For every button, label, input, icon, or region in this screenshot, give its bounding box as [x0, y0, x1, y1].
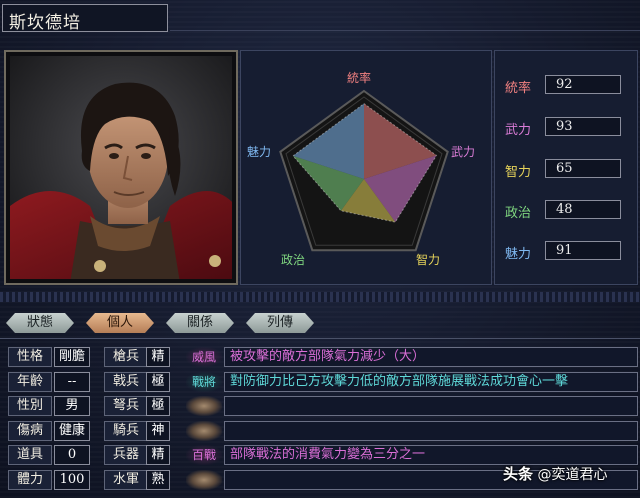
- officer-portrait: [10, 56, 232, 279]
- stat-label: 政治: [505, 206, 532, 221]
- stat-label: 武力: [505, 123, 532, 138]
- aptitude-value: 熟: [146, 470, 170, 490]
- stat-value: 91: [545, 241, 621, 260]
- aptitude-label: 戟兵: [104, 372, 148, 392]
- tab-relations[interactable]: 關係: [166, 313, 234, 333]
- ability-stats-panel: 統率 92 武力 93 智力 65 政治 48 魅力 91: [494, 50, 638, 285]
- attr-value: 0: [54, 445, 90, 465]
- stat-value: 65: [545, 159, 621, 178]
- ability-radar-panel: 統率 武力 智力 政治 魅力: [240, 50, 492, 285]
- attr-label: 傷病: [8, 421, 52, 441]
- skill-description: 部隊戰法的消費氣力變為三分之一: [224, 445, 638, 465]
- skill-badge-empty[interactable]: [186, 470, 222, 490]
- stat-row: 智力 65: [505, 159, 631, 180]
- aptitude-label: 槍兵: [104, 347, 148, 367]
- skill-badge[interactable]: 百戰: [186, 445, 222, 465]
- skill-description: [224, 396, 638, 416]
- radar-label-left: 魅力: [247, 145, 272, 159]
- attr-value: 剛膽: [54, 347, 90, 367]
- aptitude-value: 精: [146, 347, 170, 367]
- aptitude-label: 弩兵: [104, 396, 148, 416]
- stat-row: 政治 48: [505, 200, 631, 221]
- officer-name: 斯坎德培: [9, 13, 81, 33]
- portrait-frame: [4, 50, 238, 285]
- attr-label: 性別: [8, 396, 52, 416]
- aptitude-label: 騎兵: [104, 421, 148, 441]
- stat-row: 武力 93: [505, 117, 631, 138]
- attr-label: 年齡: [8, 372, 52, 392]
- stat-value: 48: [545, 200, 621, 219]
- aptitude-value: 極: [146, 372, 170, 392]
- stat-row: 統率 92: [505, 75, 631, 96]
- tabs-divider: [0, 338, 640, 339]
- tab-status[interactable]: 狀態: [6, 313, 74, 333]
- watermark: 头条 @奕道君心: [503, 463, 607, 484]
- skill-badge[interactable]: 威風: [186, 347, 222, 367]
- tab-biography[interactable]: 列傳: [246, 313, 314, 333]
- attr-value: 100: [54, 470, 90, 490]
- watermark-prefix: 头条: [503, 465, 534, 483]
- tab-personal[interactable]: 個人: [86, 313, 154, 333]
- stat-value: 93: [545, 117, 621, 136]
- stat-label: 魅力: [505, 247, 532, 262]
- watermark-text: @奕道君心: [537, 467, 608, 483]
- stat-row: 魅力 91: [505, 241, 631, 262]
- stat-value: 92: [545, 75, 621, 94]
- radar-label-bottom-right: 智力: [416, 253, 441, 267]
- skill-badge-empty[interactable]: [186, 421, 222, 441]
- aptitude-label: 兵器: [104, 445, 148, 465]
- aptitude-value: 精: [146, 445, 170, 465]
- officer-name-box: 斯坎德培: [2, 4, 168, 33]
- radar-label-top: 統率: [347, 71, 372, 85]
- attr-value: --: [54, 372, 90, 392]
- skill-badge[interactable]: 戰將: [186, 372, 222, 392]
- attr-value: 男: [54, 396, 90, 416]
- attr-label: 性格: [8, 347, 52, 367]
- stat-label: 統率: [505, 81, 532, 96]
- skill-description: [224, 421, 638, 441]
- stat-label: 智力: [505, 165, 532, 180]
- top-divider: [170, 30, 640, 31]
- radar-label-right: 武力: [451, 145, 476, 159]
- aptitude-value: 神: [146, 421, 170, 441]
- attr-label: 道具: [8, 445, 52, 465]
- skill-description: 對防御力比己方攻擊力低的敵方部隊施展戰法成功會心一擊: [224, 372, 638, 392]
- aptitude-label: 水軍: [104, 470, 148, 490]
- section-divider: [0, 292, 640, 302]
- radar-label-bottom-left: 政治: [281, 253, 306, 267]
- attr-label: 體力: [8, 470, 52, 490]
- attr-value: 健康: [54, 421, 90, 441]
- skill-badge-empty[interactable]: [186, 396, 222, 416]
- skill-description: 被攻擊的敵方部隊氣力減少（大）: [224, 347, 638, 367]
- aptitude-value: 極: [146, 396, 170, 416]
